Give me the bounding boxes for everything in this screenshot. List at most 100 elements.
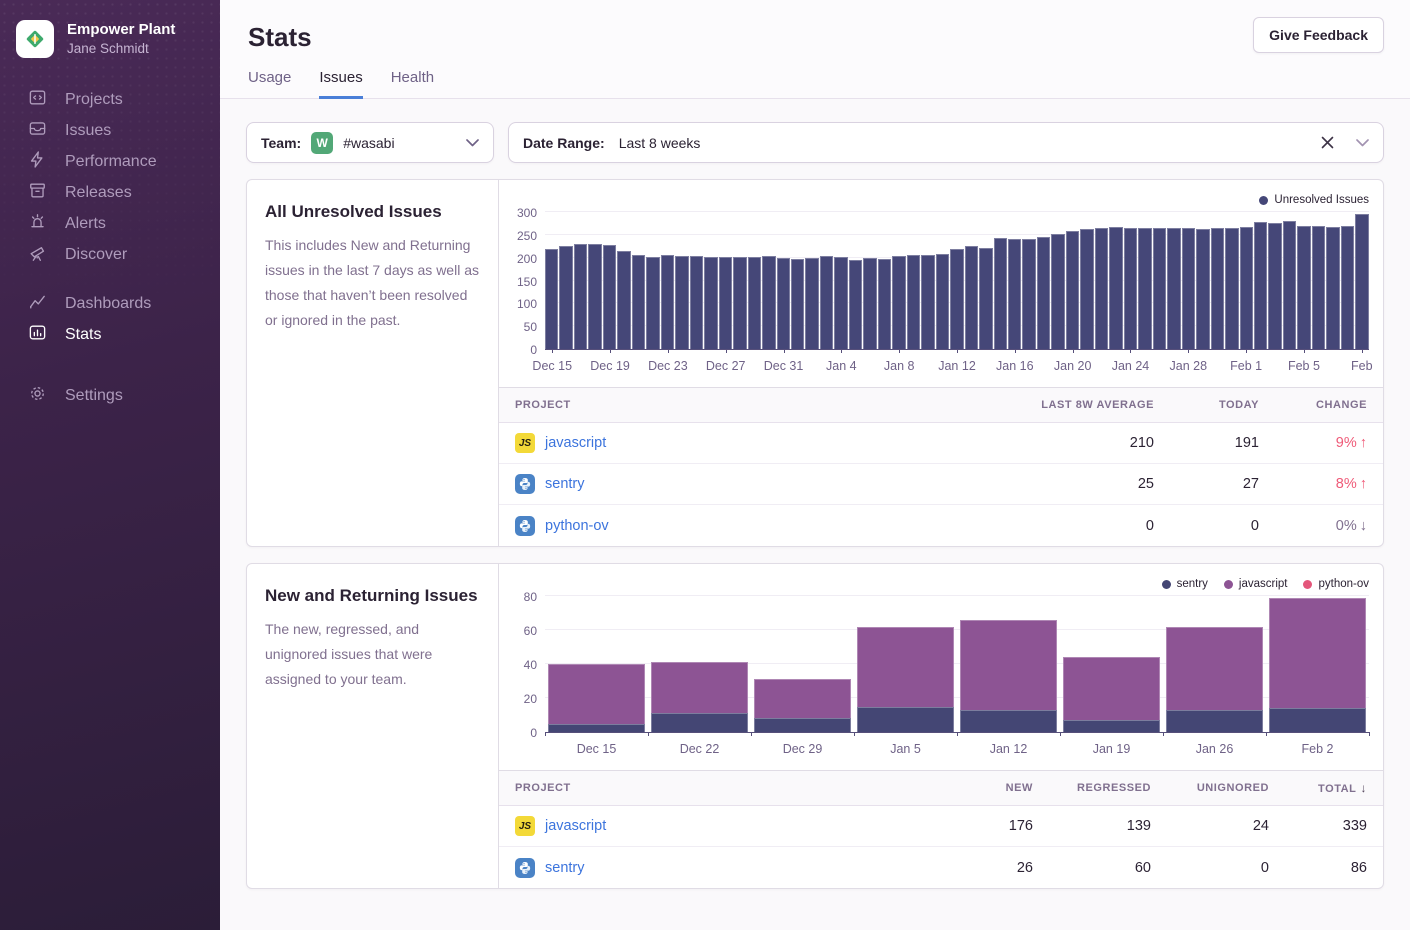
bar-segment-sentry bbox=[651, 713, 748, 732]
panel-description: All Unresolved Issues This includes New … bbox=[247, 180, 499, 546]
x-tick-label: Jan 16 bbox=[996, 359, 1034, 373]
x-tick-label: Jan 5 bbox=[890, 742, 921, 756]
project-cell: python-ov bbox=[515, 516, 984, 536]
sidebar-item-discover[interactable]: Discover bbox=[28, 239, 220, 270]
bar-unresolved-issues bbox=[1138, 228, 1151, 349]
y-tick-label: 60 bbox=[524, 624, 537, 638]
team-avatar: W bbox=[311, 132, 333, 154]
give-feedback-button[interactable]: Give Feedback bbox=[1253, 17, 1384, 53]
chart-plot-area bbox=[545, 213, 1369, 350]
sidebar: Empower Plant Jane Schmidt Projects Issu… bbox=[0, 0, 220, 930]
bar-unresolved-issues bbox=[1240, 227, 1253, 349]
chart-legend: sentry javascript python-ov bbox=[509, 576, 1369, 592]
sidebar-item-alerts[interactable]: Alerts bbox=[28, 208, 220, 239]
legend-label: Unresolved Issues bbox=[1274, 194, 1369, 206]
value-cell: 0 bbox=[984, 518, 1154, 534]
arrow-up-icon: ↑ bbox=[1360, 476, 1367, 492]
sidebar-item-label: Dashboards bbox=[65, 295, 151, 313]
chart-legend: Unresolved Issues bbox=[509, 192, 1369, 208]
org-switcher[interactable]: Empower Plant Jane Schmidt bbox=[0, 0, 220, 84]
bar-segment-javascript bbox=[1269, 598, 1366, 709]
clear-date-range-icon[interactable] bbox=[1319, 134, 1336, 151]
bar-unresolved-issues bbox=[820, 256, 833, 349]
arrow-down-icon: ↓ bbox=[1360, 518, 1367, 534]
legend-dot-icon bbox=[1259, 196, 1268, 205]
tab-issues[interactable]: Issues bbox=[319, 69, 362, 99]
bar-unresolved-issues bbox=[1211, 228, 1224, 349]
x-tick-label: Dec 23 bbox=[648, 359, 688, 373]
bar-unresolved-issues bbox=[1297, 226, 1310, 349]
sidebar-item-dashboards[interactable]: Dashboards bbox=[28, 288, 220, 319]
python-logo-icon bbox=[515, 858, 535, 878]
bar-segment-javascript bbox=[754, 679, 851, 718]
column-header-project: PROJECT bbox=[515, 782, 923, 794]
column-header-total[interactable]: TOTAL↓ bbox=[1269, 781, 1367, 795]
new-returning-issues-table: PROJECTNEWREGRESSEDUNIGNOREDTOTAL↓JSjava… bbox=[499, 770, 1383, 888]
column-header-regressed: REGRESSED bbox=[1033, 782, 1151, 794]
x-axis: Dec 15Dec 19Dec 23Dec 27Dec 31Jan 4Jan 8… bbox=[545, 350, 1369, 377]
legend-item-unresolved-issues[interactable]: Unresolved Issues bbox=[1259, 194, 1369, 206]
chevron-down-icon bbox=[466, 134, 479, 152]
chart-plot-area bbox=[545, 597, 1369, 733]
y-axis: 050100150200250300 bbox=[509, 213, 545, 350]
value-cell: 339 bbox=[1269, 818, 1367, 834]
table-header-row: PROJECTNEWREGRESSEDUNIGNOREDTOTAL↓ bbox=[499, 771, 1383, 806]
bar-segment-javascript bbox=[548, 664, 645, 724]
bar-unresolved-issues bbox=[994, 238, 1007, 349]
legend-item-python-ov[interactable]: python-ov bbox=[1303, 578, 1369, 590]
sort-descending-icon: ↓ bbox=[1360, 781, 1367, 795]
column-header-project: PROJECT bbox=[515, 399, 984, 411]
date-range-selector[interactable]: Date Range: Last 8 weeks bbox=[508, 122, 1384, 163]
sidebar-item-releases[interactable]: Releases bbox=[28, 177, 220, 208]
bar-segment-sentry bbox=[1063, 720, 1160, 732]
bar-unresolved-issues bbox=[1326, 227, 1339, 349]
bar-segment-sentry bbox=[1166, 710, 1263, 732]
stats-icon bbox=[28, 323, 47, 347]
project-link-python-ov[interactable]: python-ov bbox=[545, 518, 609, 534]
alerts-icon bbox=[28, 212, 47, 236]
bar-segment-sentry bbox=[857, 707, 954, 733]
date-range-value: Last 8 weeks bbox=[619, 135, 701, 151]
project-link-javascript[interactable]: javascript bbox=[545, 435, 606, 451]
sidebar-item-performance[interactable]: Performance bbox=[28, 146, 220, 177]
tab-health[interactable]: Health bbox=[391, 69, 434, 99]
project-link-sentry[interactable]: sentry bbox=[545, 860, 585, 876]
new-returning-issues-chart[interactable]: sentryjavascriptpython-ov 020406080 Dec … bbox=[499, 564, 1383, 764]
sidebar-item-settings[interactable]: Settings bbox=[28, 380, 220, 411]
legend-item-sentry[interactable]: sentry bbox=[1162, 578, 1208, 590]
dashboards-icon bbox=[28, 292, 47, 316]
sidebar-item-projects[interactable]: Projects bbox=[28, 84, 220, 115]
x-tick-label: Dec 27 bbox=[706, 359, 746, 373]
sidebar-item-label: Projects bbox=[65, 91, 123, 109]
chevron-down-icon bbox=[1356, 134, 1369, 152]
legend-label: python-ov bbox=[1318, 578, 1369, 590]
legend-item-javascript[interactable]: javascript bbox=[1224, 578, 1288, 590]
change-cell: 9%↑ bbox=[1259, 435, 1367, 451]
x-tick-label: Jan 19 bbox=[1093, 742, 1131, 756]
x-tick-label: Jan 20 bbox=[1054, 359, 1092, 373]
project-link-javascript[interactable]: javascript bbox=[545, 818, 606, 834]
legend-dot-icon bbox=[1224, 580, 1233, 589]
stacked-bar-dec-22 bbox=[648, 662, 751, 732]
table-header-row: PROJECTLAST 8W AVERAGETODAYCHANGE bbox=[499, 388, 1383, 423]
gridline bbox=[545, 211, 1369, 212]
sidebar-item-stats[interactable]: Stats bbox=[28, 319, 220, 350]
bar-segment-sentry bbox=[1269, 708, 1366, 732]
column-header-today: TODAY bbox=[1154, 399, 1259, 411]
table-row-sentry: sentry2660086 bbox=[499, 847, 1383, 888]
legend-dot-icon bbox=[1303, 580, 1312, 589]
bar-unresolved-issues bbox=[1124, 228, 1137, 349]
project-link-sentry[interactable]: sentry bbox=[545, 476, 585, 492]
team-selector[interactable]: Team: W #wasabi bbox=[246, 122, 494, 163]
unresolved-issues-chart[interactable]: Unresolved Issues 050100150200250300 Dec… bbox=[499, 180, 1383, 381]
tab-usage[interactable]: Usage bbox=[248, 69, 291, 99]
value-cell: 27 bbox=[1154, 476, 1259, 492]
sidebar-item-issues[interactable]: Issues bbox=[28, 115, 220, 146]
panel-description: New and Returning Issues The new, regres… bbox=[247, 564, 499, 888]
y-tick-label: 300 bbox=[517, 206, 537, 220]
value-cell: 25 bbox=[984, 476, 1154, 492]
x-tick-label: Dec 15 bbox=[577, 742, 617, 756]
column-header-new: NEW bbox=[923, 782, 1033, 794]
bar-segment-javascript bbox=[1166, 627, 1263, 710]
bar-segment-javascript bbox=[960, 620, 1057, 710]
